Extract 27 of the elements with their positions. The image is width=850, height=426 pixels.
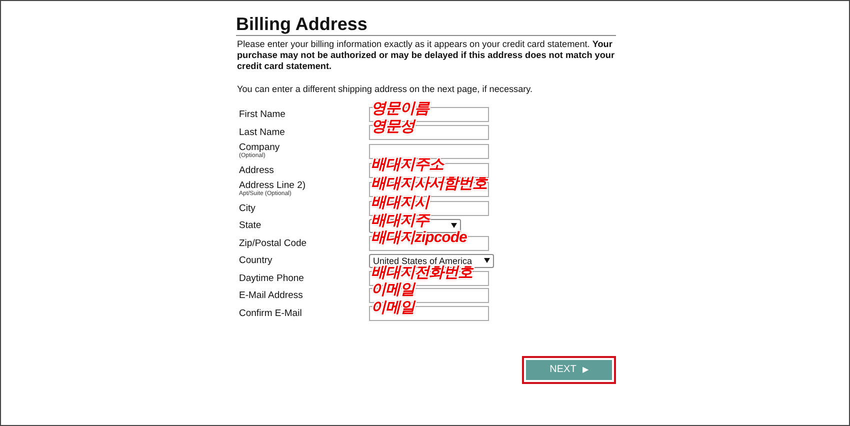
annotation-text: 영문성 bbox=[371, 120, 414, 132]
page-title: Billing Address bbox=[236, 14, 616, 36]
field-label: First Name bbox=[239, 109, 286, 120]
field-label: E-Mail Address bbox=[239, 290, 304, 301]
annotation-text: 배대지사서함번호 bbox=[371, 178, 487, 188]
field-label: Daytime Phone bbox=[239, 272, 305, 284]
field-label: Country bbox=[239, 255, 274, 266]
annotation-text: 영문이름 bbox=[371, 103, 429, 114]
field-label: State bbox=[239, 220, 262, 231]
caret-icon bbox=[451, 223, 457, 228]
field-label: Address bbox=[239, 164, 275, 176]
field-label: Company bbox=[239, 142, 281, 153]
field-label: Address Line 2) bbox=[239, 180, 307, 191]
field-label: Zip/Postal Code bbox=[239, 238, 308, 248]
field-label: Last Name bbox=[239, 126, 286, 138]
annotation-text: 배대지주 bbox=[371, 214, 429, 226]
field-label: Confirm E-Mail bbox=[239, 308, 303, 318]
annotation-text: 배대지시 bbox=[371, 196, 429, 208]
shipping-note: You can enter a different shipping address on the next page, if necessary. bbox=[237, 84, 534, 95]
caret-icon bbox=[484, 258, 490, 263]
field-label: City bbox=[239, 202, 256, 214]
annotation-text: 이메일 bbox=[371, 302, 414, 312]
annotation-text: 이메일 bbox=[371, 284, 414, 295]
annotation-text: 배대지전화번호 bbox=[371, 266, 472, 278]
text-field[interactable] bbox=[369, 144, 489, 158]
annotation-text: 배대지주소 bbox=[371, 158, 444, 170]
intro-text: Please enter your billing information exactly as it appears on your credit card statement. Your purchase may not be authorized or may be delayed if this address does not match your credit card statement. bbox=[237, 39, 616, 72]
